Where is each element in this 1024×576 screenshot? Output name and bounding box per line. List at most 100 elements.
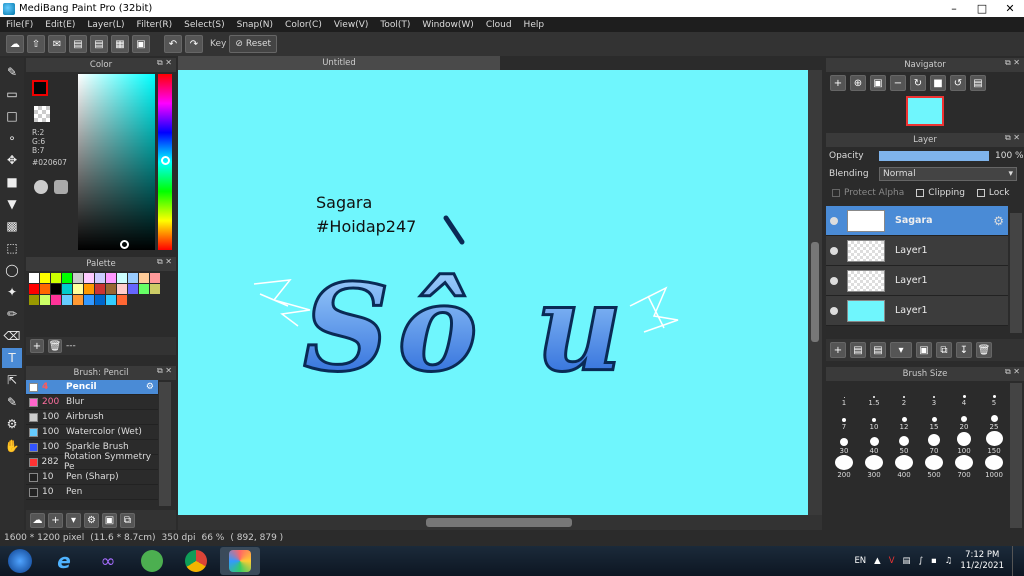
cloud-icon[interactable]: ☁: [6, 35, 24, 53]
bluetooth-icon[interactable]: ∫: [919, 556, 923, 566]
palette-swatch[interactable]: [51, 295, 61, 305]
reset-button[interactable]: ⊘ Reset: [229, 35, 278, 53]
brush-item[interactable]: 282 Rotation Symmetry Pe: [26, 452, 158, 472]
brush-size-option[interactable]: 100: [949, 431, 979, 455]
maximize-button[interactable]: □: [968, 0, 996, 17]
brush-size-option[interactable]: 1000: [979, 455, 1009, 479]
foreground-color-swatch[interactable]: [32, 80, 48, 96]
new-8bit-layer-icon[interactable]: ▤: [870, 342, 886, 358]
menu-tool[interactable]: Tool(T): [374, 20, 416, 30]
palette-swatch[interactable]: [29, 273, 39, 283]
drawing-canvas[interactable]: Sagara #Hoidap247 Sô u: [178, 70, 808, 515]
panel-close-icon[interactable]: ⧉ ✕: [157, 257, 172, 267]
brush-size-scrollbar[interactable]: [1010, 383, 1022, 528]
brush-size-option[interactable]: 500: [919, 455, 949, 479]
transparent-color-swatch[interactable]: [34, 106, 50, 122]
show-desktop-button[interactable]: [1012, 546, 1020, 576]
duplicate-layer-icon[interactable]: ⧉: [936, 342, 952, 358]
rotate-icon[interactable]: ↻: [910, 75, 926, 91]
canvas-vertical-scrollbar[interactable]: [808, 70, 822, 515]
brush-copy-icon[interactable]: ⧉: [120, 512, 135, 528]
merge-layer-icon[interactable]: ↧: [956, 342, 972, 358]
layer-folder-icon[interactable]: ▣: [916, 342, 932, 358]
dot-tool-icon[interactable]: ∘: [2, 128, 22, 148]
language-indicator[interactable]: EN: [854, 556, 866, 566]
network-icon[interactable]: ▤: [903, 556, 911, 566]
tab-untitled[interactable]: Untitled: [178, 56, 500, 70]
brush-settings-icon[interactable]: ⚙: [84, 512, 99, 528]
menu-snap[interactable]: Snap(N): [231, 20, 279, 30]
palette-swatch[interactable]: [73, 284, 83, 294]
signal-icon[interactable]: ▪: [931, 556, 937, 566]
grid-icon[interactable]: ▦: [111, 35, 129, 53]
visibility-icon[interactable]: [830, 276, 838, 285]
minimize-button[interactable]: –: [940, 0, 968, 17]
clipping-checkbox[interactable]: [916, 189, 925, 197]
menu-select[interactable]: Select(S): [178, 20, 231, 30]
add-color-icon[interactable]: +: [30, 339, 44, 353]
layer-row[interactable]: Sagara ⚙: [826, 206, 1008, 236]
lasso-tool-icon[interactable]: ◯: [2, 260, 22, 280]
layer-menu-icon[interactable]: ▾: [890, 342, 912, 358]
menu-color[interactable]: Color(C): [279, 20, 328, 30]
brush-scrollbar[interactable]: [159, 382, 171, 506]
palette-swatch[interactable]: [106, 295, 116, 305]
flip-icon[interactable]: ■: [930, 75, 946, 91]
zoom-in-icon[interactable]: +: [830, 75, 846, 91]
palette-swatch[interactable]: [62, 284, 72, 294]
menu-layer[interactable]: Layer(L): [81, 20, 130, 30]
palette-swatch[interactable]: [84, 273, 94, 283]
brush-item[interactable]: 100 Airbrush: [26, 410, 158, 425]
green-app-icon[interactable]: [132, 547, 172, 575]
brush-item[interactable]: 10 Pen: [26, 485, 158, 500]
menu-help[interactable]: Help: [518, 20, 551, 30]
volume-icon[interactable]: ♫: [945, 556, 953, 566]
palette-swatch[interactable]: [40, 295, 50, 305]
layer-row[interactable]: Layer1: [826, 236, 1008, 266]
internet-explorer-icon[interactable]: e: [44, 547, 84, 575]
brush-size-option[interactable]: 50: [889, 431, 919, 455]
cloud-brush-icon[interactable]: ☁: [30, 512, 45, 528]
canvas-horizontal-scrollbar[interactable]: [178, 515, 822, 530]
menu-filter[interactable]: Filter(R): [131, 20, 179, 30]
menu-edit[interactable]: Edit(E): [39, 20, 81, 30]
palette-swatch[interactable]: [95, 273, 105, 283]
brush-item[interactable]: 4 Pencil ⚙: [26, 380, 158, 395]
horizontal-scroll-thumb[interactable]: [426, 518, 572, 527]
brush-item[interactable]: 100 Watercolor (Wet): [26, 425, 158, 440]
visibility-icon[interactable]: [830, 246, 838, 255]
eraser-tool-icon[interactable]: ▭: [2, 84, 22, 104]
new-halftone-layer-icon[interactable]: ▤: [850, 342, 866, 358]
bucket-tool-icon[interactable]: ▼: [2, 194, 22, 214]
brush-size-option[interactable]: 4: [949, 383, 979, 407]
color-picker-icon[interactable]: [34, 180, 48, 194]
brush-size-option[interactable]: 7: [829, 407, 859, 431]
chrome-icon[interactable]: [176, 547, 216, 575]
new-brush-icon[interactable]: +: [48, 512, 63, 528]
zoom-reset-icon[interactable]: ⊕: [850, 75, 866, 91]
undo-icon[interactable]: ↶: [164, 35, 182, 53]
vivaldi-tray-icon[interactable]: V: [889, 556, 895, 566]
panel-close-icon[interactable]: ⧉ ✕: [157, 366, 172, 376]
palette-swatch[interactable]: [128, 284, 138, 294]
navigator-options-icon[interactable]: ▤: [970, 75, 986, 91]
palette-swatch[interactable]: [117, 295, 127, 305]
palette-swatch[interactable]: [150, 284, 160, 294]
brush-size-option[interactable]: 20: [949, 407, 979, 431]
divide-tool-icon[interactable]: ✎: [2, 392, 22, 412]
select-eraser-tool-icon[interactable]: ⌫: [2, 326, 22, 346]
palette-swatch[interactable]: [62, 295, 72, 305]
operation-tool-icon[interactable]: ⇱: [2, 370, 22, 390]
fit-icon[interactable]: ▣: [870, 75, 886, 91]
clock[interactable]: 7:12 PM 11/2/2021: [960, 550, 1004, 572]
palette-swatch[interactable]: [40, 273, 50, 283]
eyedropper-tool-icon[interactable]: ⚙: [2, 414, 22, 434]
lock-checkbox[interactable]: [976, 189, 985, 197]
palette-swatch[interactable]: [62, 273, 72, 283]
menu-cloud[interactable]: Cloud: [480, 20, 518, 30]
tray-app-icon[interactable]: ▲: [874, 556, 881, 566]
palette-swatch[interactable]: [117, 284, 127, 294]
select-tool-icon[interactable]: ⬚: [2, 238, 22, 258]
delete-color-icon[interactable]: 🗑: [48, 339, 62, 353]
hue-slider[interactable]: [158, 74, 172, 250]
